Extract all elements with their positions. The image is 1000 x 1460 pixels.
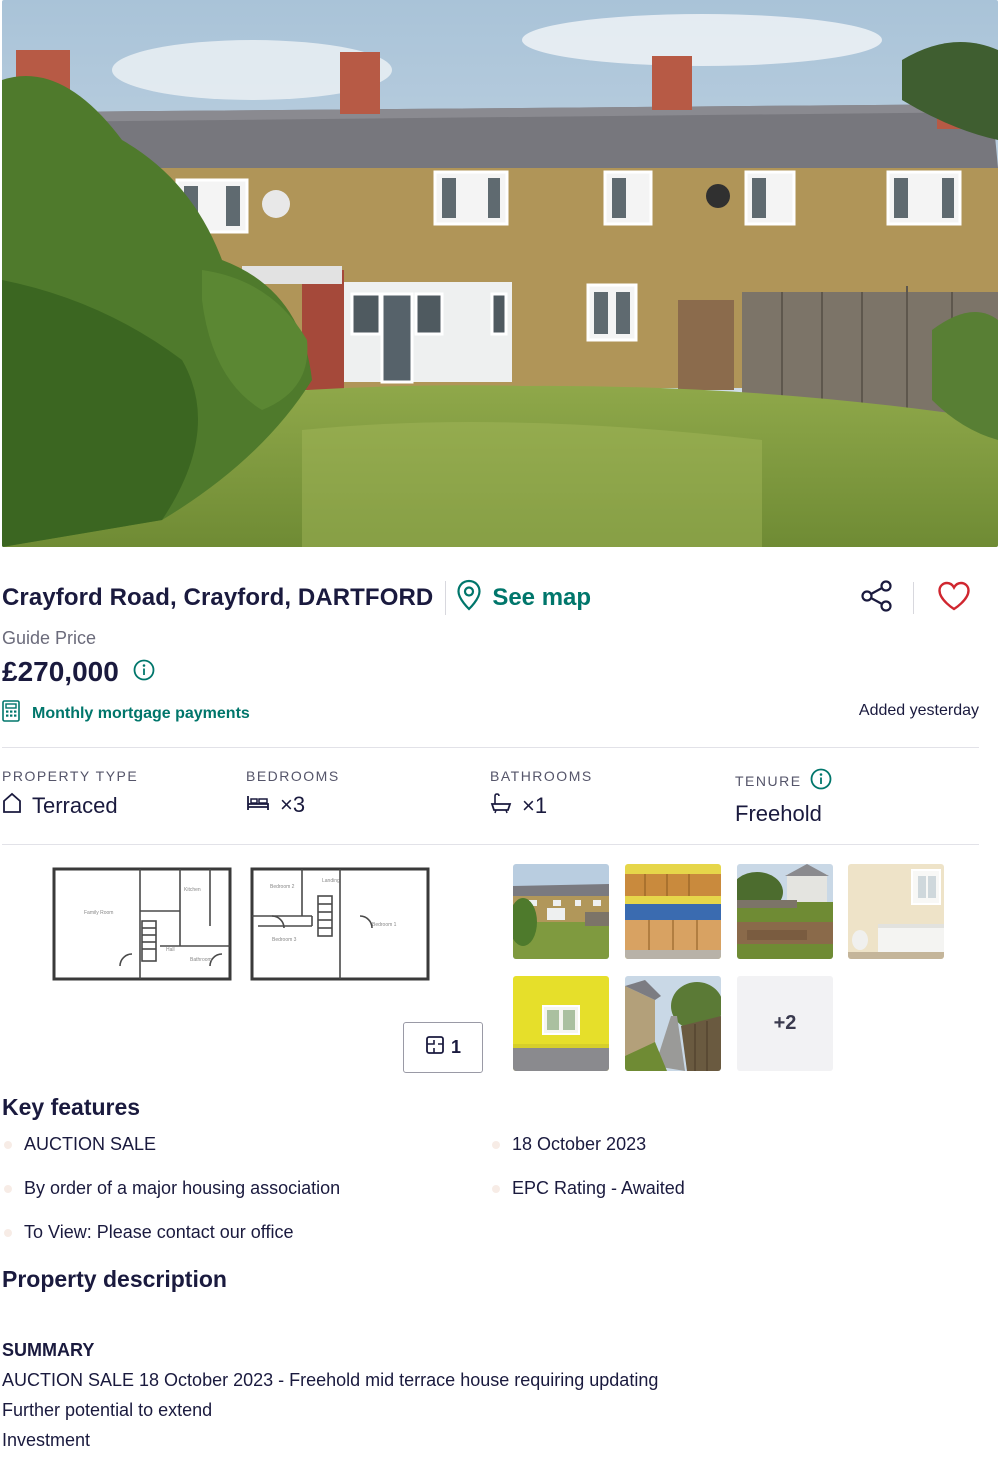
stat-bedrooms: BEDROOMS ×3 xyxy=(246,768,340,818)
tenure-info-icon[interactable] xyxy=(810,768,832,793)
save-favourite-button[interactable] xyxy=(934,578,974,618)
price: £270,000 xyxy=(2,656,119,687)
share-icon xyxy=(860,579,894,618)
stat-bathrooms: BATHROOMS ×1 xyxy=(490,768,593,820)
more-photos-count: +2 xyxy=(773,1012,797,1034)
svg-text:Bedroom 2: Bedroom 2 xyxy=(270,884,295,890)
map-pin-icon xyxy=(456,579,482,618)
price-row: £270,000 xyxy=(2,656,155,688)
feature-text: To View: Please contact our office xyxy=(24,1222,294,1242)
heart-icon xyxy=(937,581,971,616)
svg-text:Bedroom 1: Bedroom 1 xyxy=(372,922,397,928)
svg-text:Family Room: Family Room xyxy=(84,910,113,916)
floorplan-button[interactable]: 1 xyxy=(403,1022,483,1073)
bed-icon xyxy=(246,792,270,818)
house-icon xyxy=(2,792,22,820)
stat-label: BATHROOMS xyxy=(490,768,593,784)
bullet xyxy=(4,1140,12,1149)
list-item: To View: Please contact our office xyxy=(2,1222,294,1243)
floorplan-image[interactable]: Family Room Kitchen Bathroom Hall Bedroo… xyxy=(50,866,434,984)
svg-text:Kitchen: Kitchen xyxy=(184,887,201,893)
added-date: Added yesterday xyxy=(858,702,979,719)
stat-property-type: PROPERTY TYPE Terraced xyxy=(2,768,138,820)
stat-value: ×1 xyxy=(522,793,548,818)
bullet xyxy=(492,1184,500,1193)
thumbnail-kitchen[interactable] xyxy=(625,864,721,959)
feature-text: By order of a major housing association xyxy=(24,1178,341,1198)
list-item: By order of a major housing association xyxy=(2,1178,340,1199)
svg-text:Landing: Landing xyxy=(322,878,340,884)
thumbnail-bathroom[interactable] xyxy=(848,864,944,959)
price-info-icon[interactable] xyxy=(133,659,155,686)
thumbnail-yellow-room[interactable] xyxy=(513,976,609,1071)
bullet xyxy=(4,1184,12,1193)
thumbnail-rear-garden[interactable] xyxy=(513,864,609,959)
title-divider xyxy=(445,581,447,615)
stat-value: ×3 xyxy=(280,792,306,817)
description-line: AUCTION SALE 18 October 2023 - Freehold … xyxy=(2,1370,659,1390)
actions-divider xyxy=(913,582,914,614)
divider xyxy=(2,747,979,748)
mortgage-calculator-link[interactable]: Monthly mortgage payments xyxy=(2,700,250,727)
stat-label: TENURE xyxy=(735,772,802,789)
price-qualifier: Guide Price xyxy=(2,628,97,648)
feature-text: EPC Rating - Awaited xyxy=(512,1178,685,1198)
thumbnail-side-path[interactable] xyxy=(625,976,721,1071)
calculator-icon xyxy=(2,700,20,727)
bath-icon xyxy=(490,792,512,820)
key-features-heading: Key features xyxy=(2,1094,141,1120)
see-map-link[interactable]: See map xyxy=(456,579,591,618)
stat-value: Freehold xyxy=(735,801,822,826)
title-row: Crayford Road, Crayford, DARTFORD See ma… xyxy=(2,578,998,618)
see-map-label: See map xyxy=(492,584,592,611)
svg-text:Hall: Hall xyxy=(166,947,175,953)
list-item: AUCTION SALE xyxy=(2,1134,156,1155)
stat-label: PROPERTY TYPE xyxy=(2,768,139,784)
svg-text:Bedroom 3: Bedroom 3 xyxy=(272,937,297,943)
svg-text:Bathroom: Bathroom xyxy=(190,957,212,963)
stat-label: BEDROOMS xyxy=(246,768,340,784)
stat-value: Terraced xyxy=(32,793,118,818)
title-actions xyxy=(857,578,974,618)
feature-text: 18 October 2023 xyxy=(512,1134,647,1154)
list-item: EPC Rating - Awaited xyxy=(490,1178,685,1199)
bullet xyxy=(492,1140,500,1149)
list-item: 18 October 2023 xyxy=(490,1134,646,1155)
property-address: Crayford Road, Crayford, DARTFORD xyxy=(2,584,434,611)
thumbnail-garden[interactable] xyxy=(737,864,833,959)
mortgage-link-label: Monthly mortgage payments xyxy=(32,704,250,722)
share-button[interactable] xyxy=(857,578,897,618)
divider xyxy=(2,844,979,845)
description-line: Investment xyxy=(2,1430,91,1450)
hero-photo[interactable] xyxy=(2,0,998,547)
stat-tenure: TENURE Freehold xyxy=(735,768,832,827)
feature-text: AUCTION SALE xyxy=(24,1134,157,1154)
description-heading: Property description xyxy=(2,1266,227,1292)
more-photos-button[interactable]: +2 xyxy=(737,976,833,1071)
description-summary-heading: SUMMARY xyxy=(2,1340,95,1360)
bullet xyxy=(4,1228,12,1237)
description-line: Further potential to extend xyxy=(2,1400,213,1420)
floorplan-count: 1 xyxy=(450,1037,461,1057)
floorplan-icon xyxy=(425,1035,445,1060)
